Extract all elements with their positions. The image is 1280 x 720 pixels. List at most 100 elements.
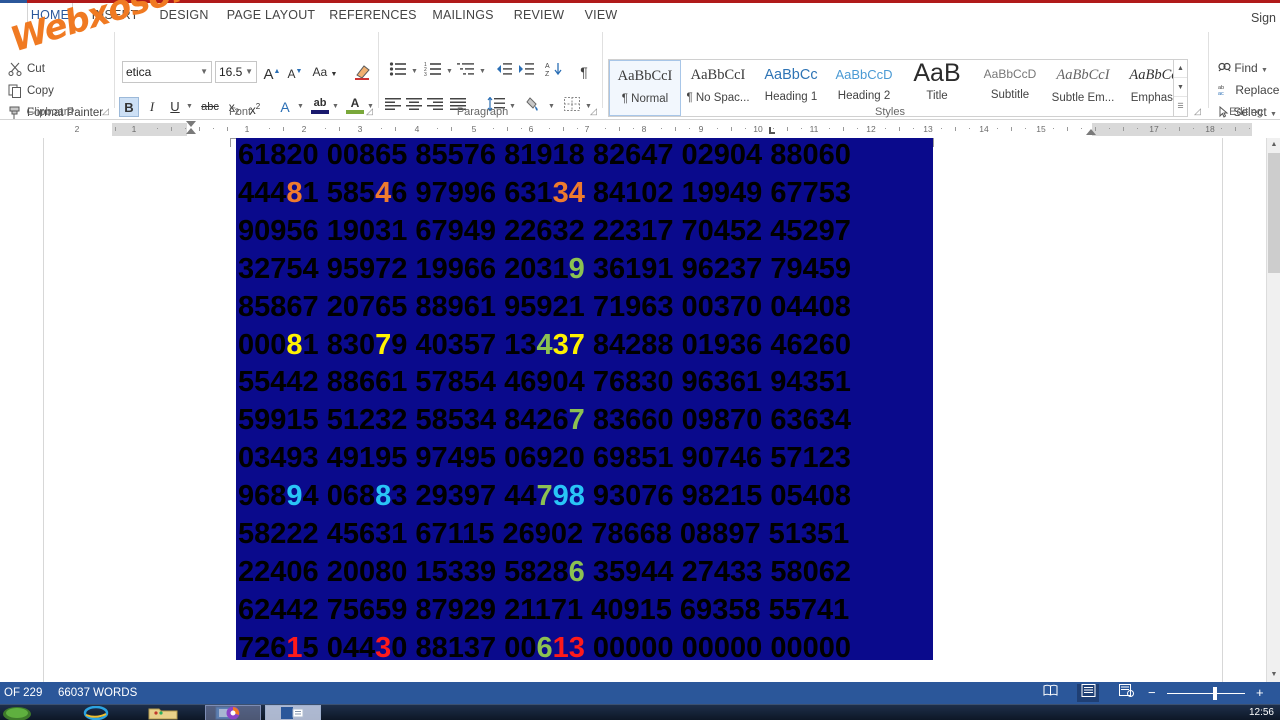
right-indent-marker[interactable] [1086, 129, 1096, 135]
taskbar-window-word[interactable] [265, 705, 321, 720]
style-item-normal[interactable]: AaBbCcI ¶ Normal [609, 60, 681, 116]
vertical-scrollbar[interactable]: ▲ ▼ [1266, 138, 1280, 682]
sort-button[interactable]: AZ [543, 61, 567, 83]
ruler-tick-label: 5 [471, 124, 477, 134]
scroll-up-icon[interactable]: ▲ [1267, 138, 1280, 152]
digits: 57123 [762, 442, 851, 475]
styles-scroll-down-icon[interactable]: ▼ [1174, 79, 1187, 97]
digits: 62442 [238, 593, 319, 626]
taskbar-window-active-1[interactable] [205, 705, 261, 720]
digits: 96237 [681, 252, 763, 285]
increase-indent-button[interactable] [515, 61, 537, 83]
bullets-caret-icon[interactable]: ▼ [409, 61, 420, 83]
find-button[interactable]: Find ▼ [1218, 60, 1268, 79]
styles-dialog-launcher[interactable]: ◿ [1192, 106, 1203, 117]
digits: 85576 [407, 139, 497, 171]
zoom-slider-thumb[interactable] [1213, 687, 1217, 700]
ruler-minor-tick [885, 128, 886, 129]
tab-stop-marker[interactable] [769, 127, 775, 134]
ruler-tick-label: 18 [1205, 124, 1215, 134]
read-mode-button[interactable] [1039, 684, 1061, 702]
ruler-tick-label: 2 [74, 124, 80, 134]
clear-formatting-button[interactable] [352, 61, 374, 83]
scroll-down-icon[interactable]: ▼ [1267, 668, 1280, 682]
horizontal-ruler[interactable]: 2 1 1 2 3 4 5 6 7 8 9 10 11 12 13 14 15 17 18 [0, 120, 1280, 138]
tab-page-layout[interactable]: PAGE LAYOUT [223, 3, 319, 28]
highlighted-digits: 7 [375, 328, 392, 361]
style-item-no-spacing[interactable]: AaBbCcI ¶ No Spac... [682, 60, 754, 116]
digits: 09870 [681, 404, 763, 437]
style-item-subtle-emphasis[interactable]: AaBbCcI Subtle Em... [1047, 60, 1119, 116]
clipboard-dialog-launcher[interactable]: ◿ [100, 106, 111, 117]
zoom-in-button[interactable]: + [1256, 682, 1264, 704]
tab-review[interactable]: REVIEW [508, 3, 570, 28]
page-number-status[interactable]: OF 229 [4, 682, 42, 704]
tab-references[interactable]: REFERENCES [328, 3, 418, 28]
tab-insert[interactable]: INSERT [86, 3, 144, 28]
digits: 01936 [681, 328, 763, 361]
grow-font-button[interactable]: A▲ [261, 61, 283, 83]
file-explorer-taskbar-icon[interactable] [147, 706, 181, 720]
replace-button[interactable]: ab ac Replace [1218, 82, 1279, 98]
numbering-button[interactable]: 123 [422, 61, 444, 83]
internet-explorer-taskbar-icon[interactable] [82, 705, 112, 720]
digit-row: 32754 95972 19966 20319 36191 96237 7945… [236, 250, 933, 288]
taskbar-clock[interactable]: 12:56 [1249, 705, 1274, 720]
replace-label: Replace [1235, 83, 1280, 97]
zoom-slider-track[interactable] [1167, 693, 1245, 694]
cut-label: Cut [27, 63, 45, 75]
text-highlight-caret-icon[interactable]: ▼ [330, 97, 341, 117]
multilevel-list-button[interactable] [455, 61, 477, 83]
start-button[interactable] [2, 706, 34, 720]
ruler-minor-tick [1249, 128, 1250, 129]
styles-more-icon[interactable]: ☰ [1174, 98, 1187, 116]
document-page[interactable]: 61820 00865 85576 81918 82647 02904 8806… [43, 138, 1223, 682]
shrink-font-button[interactable]: A▼ [284, 61, 306, 83]
first-line-indent-marker[interactable] [186, 121, 196, 127]
bullets-button[interactable] [387, 61, 409, 83]
tab-mailings[interactable]: MAILINGS [427, 3, 499, 28]
change-case-button[interactable]: Aa ▼ [311, 61, 339, 83]
selected-number-grid[interactable]: 61820 00865 85576 81918 82647 02904 8806… [236, 138, 933, 664]
digits: 8426 [504, 404, 569, 437]
font-color-label: A [350, 96, 360, 110]
paragraph-dialog-launcher[interactable]: ◿ [588, 106, 599, 117]
styles-gallery-scrollbar[interactable]: ▲ ▼ ☰ [1173, 60, 1187, 116]
ruler-tick-label: 1 [244, 124, 250, 134]
digits: 830 [326, 328, 376, 361]
tab-home[interactable]: HOME [27, 3, 73, 28]
ruler-minor-tick [1123, 127, 1124, 131]
hanging-indent-marker[interactable] [186, 128, 196, 134]
ruler-minor-tick [1053, 128, 1054, 129]
show-formatting-marks-button[interactable]: ¶ [573, 61, 595, 83]
tab-design[interactable]: DESIGN [155, 3, 213, 28]
multilevel-list-caret-icon[interactable]: ▼ [477, 61, 488, 83]
document-canvas[interactable]: 61820 00865 85576 81918 82647 02904 8806… [0, 138, 1266, 682]
font-name-combo[interactable]: etica ▼ [122, 61, 212, 83]
font-color-button[interactable]: A [345, 96, 365, 118]
copy-button[interactable]: Copy [27, 84, 54, 98]
bold-button[interactable]: B [119, 97, 139, 117]
word-application-window: HOME INSERT DESIGN PAGE LAYOUT REFERENCE… [0, 0, 1280, 720]
styles-scroll-up-icon[interactable]: ▲ [1174, 60, 1187, 78]
cut-button[interactable]: Cut [27, 62, 45, 76]
digits [319, 177, 327, 209]
tab-view[interactable]: VIEW [580, 3, 622, 28]
vertical-scroll-thumb[interactable] [1268, 153, 1280, 273]
font-size-combo[interactable]: 16.5 ▼ [215, 61, 257, 83]
highlighted-digits: 7 [568, 404, 585, 437]
tab-mailings-label: MAILINGS [432, 8, 494, 22]
decrease-indent-button[interactable] [493, 61, 515, 83]
word-count-status[interactable]: 66037 WORDS [58, 682, 137, 704]
digits: 79459 [770, 252, 851, 285]
zoom-out-button[interactable]: − [1148, 682, 1156, 704]
digits: 58062 [770, 555, 851, 588]
highlighted-digits: 13 [552, 631, 585, 664]
font-dialog-launcher[interactable]: ◿ [364, 106, 375, 117]
web-layout-button[interactable] [1115, 684, 1137, 702]
numbering-caret-icon[interactable]: ▼ [444, 61, 455, 83]
digits: 04408 [762, 290, 851, 323]
font-name-caret-icon: ▼ [200, 67, 208, 76]
digits: 40357 [415, 328, 497, 361]
print-layout-button[interactable] [1077, 684, 1099, 702]
